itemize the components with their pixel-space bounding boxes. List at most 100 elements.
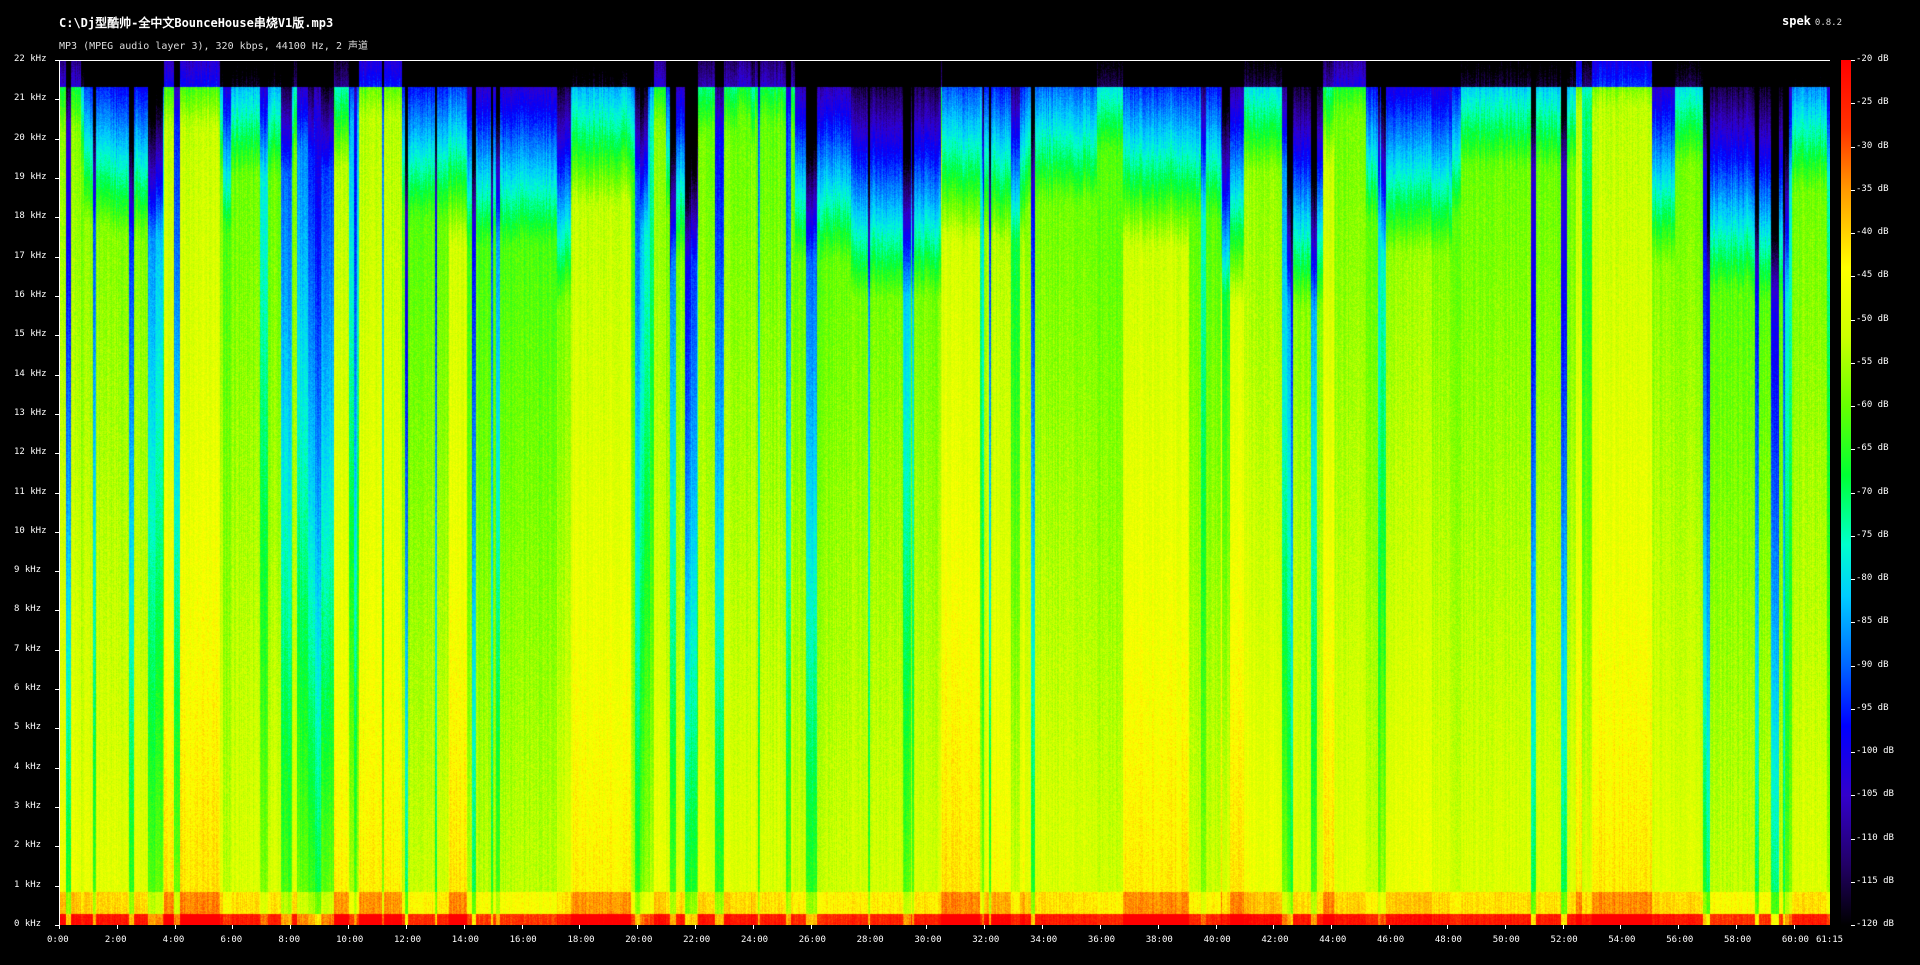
db-scale-tick [1851, 276, 1855, 278]
frequency-tick [55, 846, 59, 848]
db-scale-label: -60 dB [1856, 400, 1889, 410]
frequency-tick-label: 7 kHz [14, 643, 42, 654]
time-tick-label: 22:00 [683, 935, 711, 945]
db-scale-tick [1851, 708, 1855, 710]
frequency-tick-label: 21 kHz [14, 93, 47, 104]
db-scale-tick [1851, 881, 1855, 883]
db-scale-label: -115 dB [1856, 875, 1894, 886]
time-tick [1446, 925, 1448, 929]
frequency-tick [55, 728, 59, 730]
time-tick-label: 46:00 [1377, 935, 1405, 945]
db-scale-tick [1851, 795, 1855, 797]
time-tick-label: 44:00 [1319, 935, 1347, 945]
time-tick-label: 36:00 [1087, 935, 1115, 945]
frequency-tick [55, 374, 59, 376]
db-scale-label: -105 dB [1856, 789, 1894, 800]
frequency-tick [55, 767, 59, 769]
time-tick [1562, 925, 1564, 929]
time-tick [868, 925, 870, 929]
app-version: 0.8.2 [1814, 18, 1842, 28]
db-scale-label: -50 dB [1856, 313, 1889, 324]
db-scale-label: -100 dB [1856, 746, 1894, 756]
db-scale-tick [1851, 362, 1855, 364]
time-tick [1389, 925, 1391, 929]
time-tick-label: 18:00 [567, 935, 595, 945]
frequency-tick-label: 14 kHz [14, 368, 47, 379]
db-scale-tick [1851, 406, 1855, 407]
time-tick-label: 8:00 [278, 935, 300, 945]
db-scale-label: -70 dB [1856, 486, 1889, 497]
time-tick [59, 925, 60, 929]
frequency-tick-label: 16 kHz [14, 289, 47, 300]
frequency-tick-label: 20 kHz [14, 132, 47, 143]
db-scale-label: -25 dB [1856, 97, 1889, 108]
frequency-tick [55, 413, 59, 415]
db-scale-tick [1851, 103, 1855, 105]
db-scale-tick [1851, 925, 1855, 926]
time-tick [116, 925, 118, 929]
db-scale-tick [1851, 449, 1855, 451]
time-tick-label: 40:00 [1203, 935, 1231, 945]
file-path-title: C:\Dj型酷帅-全中文BounceHouse串烧V1版.mp3 [59, 16, 334, 30]
frequency-tick-label: 9 kHz [14, 565, 42, 576]
frequency-tick-label: 15 kHz [14, 329, 47, 340]
db-scale-label: -90 dB [1856, 659, 1889, 670]
db-scale-label: -55 dB [1856, 356, 1889, 367]
app-name-version: spek 0.8.2 [1782, 14, 1842, 28]
file-info-subtitle: MP3 (MPEG audio layer 3), 320 kbps, 4410… [59, 41, 368, 52]
db-scale-label: -75 dB [1856, 529, 1889, 540]
db-scale-tick [1851, 492, 1855, 494]
time-tick [1042, 925, 1044, 929]
frequency-tick [55, 610, 59, 612]
frequency-tick [55, 177, 59, 179]
frequency-tick [55, 453, 59, 455]
time-tick [1273, 925, 1275, 929]
frequency-tick-label: 22 kHz [14, 54, 47, 64]
frequency-tick-label: 0 kHz [14, 919, 42, 929]
frequency-tick [55, 99, 59, 101]
frequency-tick-label: 17 kHz [14, 250, 47, 261]
time-tick [1678, 925, 1680, 929]
time-tick [290, 925, 292, 929]
time-tick [463, 925, 465, 929]
spectrogram-plot [59, 60, 1830, 925]
time-tick-label: 10:00 [336, 935, 364, 945]
time-tick-label: 56:00 [1666, 935, 1694, 945]
time-tick-label: 42:00 [1261, 935, 1289, 945]
frequency-tick [55, 649, 59, 651]
time-tick-label: 14:00 [451, 935, 479, 945]
frequency-tick [55, 60, 59, 61]
time-tick-label: 0:00 [47, 935, 69, 945]
time-tick-label: 28:00 [856, 935, 884, 945]
frequency-tick [55, 256, 59, 258]
time-tick-label: 52:00 [1550, 935, 1578, 945]
frequency-tick [55, 295, 59, 297]
frequency-tick-label: 10 kHz [14, 525, 47, 536]
frequency-tick [55, 138, 59, 140]
time-tick-label: 16:00 [509, 935, 537, 945]
frequency-tick [55, 885, 59, 887]
time-tick [579, 925, 581, 929]
spectrogram-canvas [60, 61, 1830, 925]
db-scale-label: -35 dB [1856, 183, 1889, 194]
app-name: spek [1782, 14, 1811, 28]
time-tick-label: 60:00 [1781, 935, 1809, 945]
time-tick [1215, 925, 1217, 929]
db-scale-tick [1851, 60, 1855, 61]
time-tick-label: 24:00 [740, 935, 769, 945]
frequency-tick [55, 335, 59, 337]
time-tick [984, 925, 986, 929]
time-tick-label: 6:00 [220, 935, 243, 945]
frequency-tick [55, 807, 59, 809]
frequency-tick-label: 8 kHz [14, 604, 42, 615]
db-scale-tick [1851, 189, 1855, 191]
time-tick [926, 925, 928, 929]
time-tick-label: 30:00 [914, 935, 942, 945]
time-tick-label: 32:00 [972, 935, 1000, 945]
frequency-tick [55, 217, 59, 219]
frequency-tick [55, 689, 59, 691]
frequency-tick [55, 531, 59, 533]
time-tick [1157, 925, 1159, 929]
frequency-tick-label: 11 kHz [14, 486, 47, 497]
db-scale-label: -30 dB [1856, 140, 1889, 151]
